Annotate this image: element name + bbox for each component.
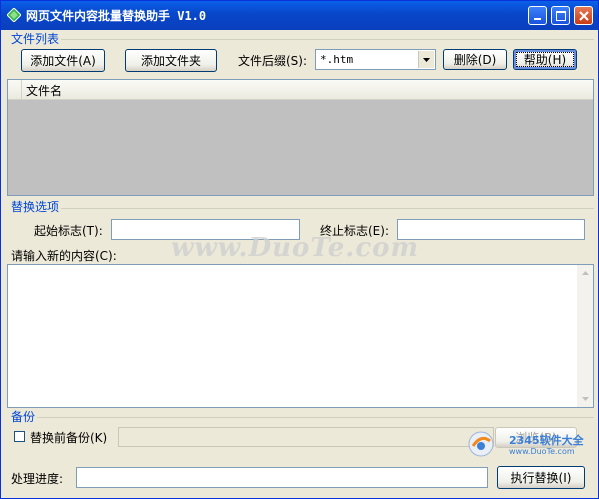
- list-header: 文件名: [8, 80, 593, 100]
- chevron-down-icon: [423, 57, 430, 62]
- add-file-button[interactable]: 添加文件(A): [21, 49, 105, 72]
- watermark: www.DuoTe.com: [171, 233, 420, 263]
- chevron-up-icon: [581, 271, 589, 275]
- backup-path-input[interactable]: [118, 427, 494, 447]
- group-divider: [61, 208, 594, 209]
- maximize-icon: [556, 11, 566, 21]
- list-header-checkbox-column[interactable]: [8, 80, 22, 99]
- column-header-filename[interactable]: 文件名: [26, 82, 62, 99]
- new-content-label: 请输入新的内容(C):: [11, 249, 117, 263]
- group-label-replace-options: 替换选项: [11, 198, 62, 215]
- suffix-combobox[interactable]: *.htm: [315, 49, 436, 70]
- window-title: 网页文件内容批量替换助手 V1.0: [26, 9, 207, 23]
- close-button[interactable]: [574, 6, 593, 25]
- group-label-file-list: 文件列表: [11, 30, 62, 47]
- suffix-label: 文件后缀(S):: [238, 54, 308, 68]
- logo-text: 2345软件大全: [509, 434, 584, 447]
- group-divider: [37, 417, 594, 418]
- main-window: 网页文件内容批量替换助手 V1.0 文件列表 添加文件(A) 添加文件夹 文件后…: [0, 0, 599, 499]
- minimize-icon: [534, 18, 541, 20]
- backup-checkbox-label[interactable]: 替换前备份(K): [30, 429, 107, 446]
- execute-replace-button[interactable]: 执行替换(I): [497, 466, 585, 489]
- logo-badge-icon: [468, 431, 494, 457]
- group-label-backup: 备份: [11, 408, 38, 425]
- start-marker-label: 起始标志(T):: [34, 224, 103, 238]
- end-marker-input[interactable]: [397, 219, 585, 240]
- help-button[interactable]: 帮助(H): [513, 49, 577, 70]
- progress-label: 处理进度:: [11, 472, 64, 486]
- group-divider: [61, 39, 594, 40]
- new-content-textarea[interactable]: [7, 264, 594, 408]
- chevron-down-icon: [581, 397, 589, 401]
- suffix-value: *.htm: [320, 53, 354, 66]
- progress-bar: [76, 467, 488, 488]
- close-icon: [579, 11, 589, 21]
- dropdown-button[interactable]: [418, 51, 434, 68]
- scroll-down-button[interactable]: [577, 391, 593, 407]
- logo-subtext: www.DuoTe.com: [509, 447, 575, 456]
- vertical-scrollbar[interactable]: [577, 265, 593, 407]
- backup-checkbox[interactable]: [14, 431, 25, 442]
- scroll-up-button[interactable]: [577, 265, 593, 281]
- diamond-icon: [7, 8, 21, 22]
- delete-button[interactable]: 删除(D): [443, 49, 507, 70]
- minimize-button[interactable]: [528, 6, 547, 25]
- file-list[interactable]: 文件名: [7, 79, 594, 196]
- title-bar[interactable]: 网页文件内容批量替换助手 V1.0: [1, 1, 598, 30]
- maximize-button[interactable]: [551, 6, 570, 25]
- add-folder-button[interactable]: 添加文件夹: [125, 49, 217, 72]
